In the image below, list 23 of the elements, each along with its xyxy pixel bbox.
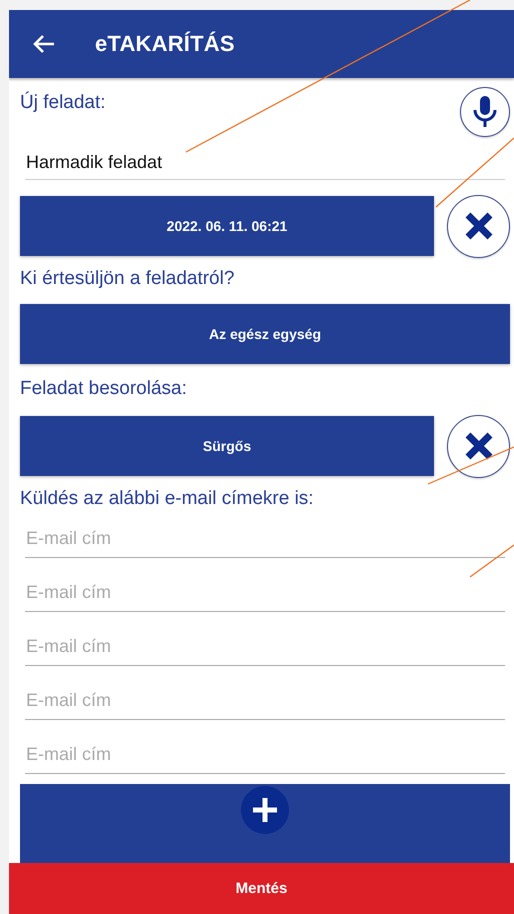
app-title: eTAKARÍTÁS [95,31,235,57]
leader-line [470,544,514,578]
task-input[interactable]: Harmadik feladat [25,146,505,180]
email-field[interactable]: E-mail cím [25,682,505,720]
clear-button[interactable] [447,414,510,478]
microphone-button[interactable] [460,87,510,137]
section-label: Ki értesüljön a feladatról? [20,268,236,290]
section-label: Küldés az alábbi e-mail címekre is: [20,488,315,510]
category-button[interactable]: Sürgős [20,416,434,476]
save-button[interactable]: Mentés [9,863,514,914]
section-label: Feladat besorolása: [20,378,188,400]
back-arrow-icon[interactable] [33,34,55,54]
email-field[interactable]: E-mail cím [25,736,505,774]
add-button[interactable] [241,786,289,834]
email-field[interactable]: E-mail cím [25,574,505,612]
clear-button[interactable] [447,194,510,258]
microphone-icon [472,95,498,129]
email-field[interactable]: E-mail cím [25,628,505,666]
field-label: Új feladat: [20,92,106,114]
recipient-button[interactable]: Az egész egység [20,304,510,364]
plus-icon [251,796,279,824]
date-button[interactable]: 2022. 06. 11. 06:21 [20,196,434,256]
email-field[interactable]: E-mail cím [25,520,505,558]
